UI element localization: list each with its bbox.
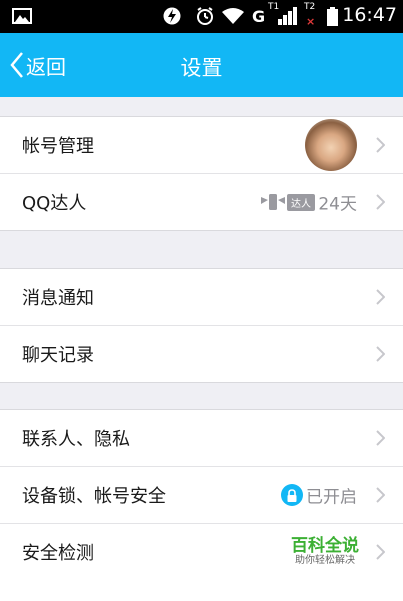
chat-history-row[interactable]: 聊天记录	[0, 326, 403, 382]
brand-name: 百科全说	[291, 536, 359, 556]
chevron-right-icon	[376, 137, 385, 153]
talent-badge-label: 达人	[287, 193, 315, 211]
row-label: 帐号管理	[22, 136, 94, 157]
row-label: 聊天记录	[22, 345, 94, 366]
settings-section-security: 联系人、隐私 设备锁、帐号安全 已开启 安全检测 百科全说 助你轻松解决	[0, 409, 403, 581]
next-row-partial[interactable]	[0, 580, 403, 601]
chevron-right-icon	[376, 194, 385, 210]
device-lock-row[interactable]: 设备锁、帐号安全 已开启	[0, 467, 403, 524]
chevron-right-icon	[376, 487, 385, 503]
avatar	[305, 119, 357, 171]
network-type-label: G	[252, 6, 266, 26]
clock: 16:47	[342, 4, 397, 26]
signal-sim1-icon: T1	[268, 2, 302, 26]
account-management-row[interactable]: 帐号管理	[0, 117, 403, 174]
lightning-icon	[163, 6, 181, 26]
signal-sim2-icon: T2 ×	[304, 2, 316, 28]
brand-slogan: 助你轻松解决	[295, 555, 355, 566]
row-label: 消息通知	[22, 288, 94, 309]
talent-days: 24天	[318, 194, 357, 215]
chevron-right-icon	[376, 346, 385, 362]
wifi-icon	[221, 6, 245, 26]
page-title: 设置	[180, 56, 223, 80]
row-label: 安全检测	[22, 543, 94, 564]
settings-section-messages: 消息通知 聊天记录	[0, 268, 403, 383]
qq-talent-row[interactable]: QQ达人 达人 24天	[0, 174, 403, 230]
winged-phone-icon	[261, 194, 285, 210]
chevron-right-icon	[376, 289, 385, 305]
status-bar: G T1 T2 × 16:47	[0, 0, 403, 33]
lock-icon	[281, 484, 303, 506]
alarm-icon	[195, 6, 215, 26]
chevron-right-icon	[376, 430, 385, 446]
battery-icon	[327, 6, 338, 26]
security-check-row[interactable]: 安全检测 百科全说 助你轻松解决	[0, 524, 403, 580]
chevron-right-icon	[376, 544, 385, 560]
device-lock-status: 已开启	[306, 487, 357, 508]
nav-bar: 返回 设置	[0, 33, 403, 97]
gallery-notification-icon	[12, 8, 32, 24]
talent-badge: 达人	[261, 193, 315, 211]
row-label: 设备锁、帐号安全	[22, 486, 166, 507]
watermark-brand: 百科全说 助你轻松解决	[291, 537, 359, 567]
message-notification-row[interactable]: 消息通知	[0, 269, 403, 326]
row-label: QQ达人	[22, 193, 87, 214]
contacts-privacy-row[interactable]: 联系人、隐私	[0, 410, 403, 467]
settings-section-account: 帐号管理 QQ达人 达人 24天	[0, 116, 403, 231]
row-label: 联系人、隐私	[22, 429, 130, 450]
